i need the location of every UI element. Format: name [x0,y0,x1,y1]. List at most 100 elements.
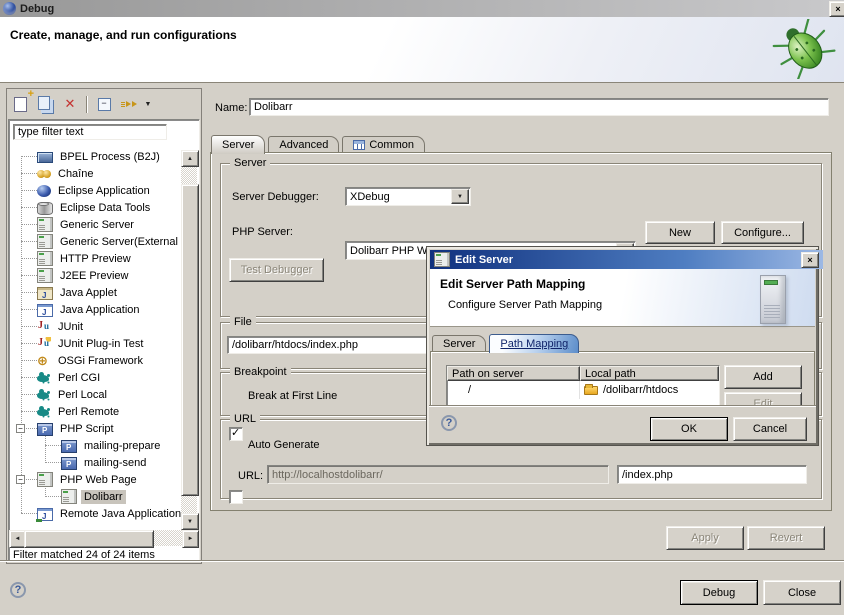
scroll-right-icon[interactable]: ► [182,530,199,548]
junit-icon [37,320,51,334]
bug-icon [772,19,836,79]
tree-item-generic-server[interactable]: Generic Server [9,216,207,233]
tree-item-osgi[interactable]: OSGi Framework [9,352,207,369]
tree-item-remote-java[interactable]: Remote Java Application [9,505,207,522]
edit-server-dialog: Edit Server × Edit Server Path Mapping C… [427,247,818,445]
vertical-scroll-thumb[interactable] [181,184,199,496]
eclipse-logo-icon [3,2,16,15]
tab-server[interactable]: Server [211,135,265,154]
php-script-icon [37,423,53,436]
php-server-label: PHP Server: [232,226,293,238]
configure-server-button[interactable]: Configure... [721,221,804,244]
cell-path-on-server: / [447,381,580,399]
debug-button[interactable]: Debug [680,580,758,605]
tree-item-junit[interactable]: JUnit [9,318,207,335]
tree-item-http-preview[interactable]: HTTP Preview [9,250,207,267]
collapse-all-icon[interactable]: − [94,94,114,114]
path-mapping-table[interactable]: Path on server Local path / /dolibarr/ht… [446,365,720,409]
perl-camel-icon [37,406,51,420]
tree-item-junit-plugin[interactable]: JUnit Plug-in Test [9,335,207,352]
tree-item-java-application[interactable]: Java Application [9,301,207,318]
tree-item-java-applet[interactable]: Java Applet [9,284,207,301]
tab-common[interactable]: Common [342,136,425,153]
breakpoint-group-title: Breakpoint [230,366,291,379]
server-debugger-label: Server Debugger: [232,191,319,203]
scroll-down-icon[interactable]: ▼ [181,513,199,530]
database-icon [37,202,53,215]
dialog-heading: Edit Server Path Mapping [440,277,585,291]
tree-item-php-web-page[interactable]: −PHP Web Page [9,471,207,488]
dialog-help-icon[interactable]: ? [441,415,457,431]
dialog-tab-server[interactable]: Server [432,335,486,352]
ok-button[interactable]: OK [650,417,728,441]
server-icon [37,234,53,249]
dialog-close-button[interactable]: × [801,252,819,268]
tree-horizontal-scrollbar[interactable]: ◄ ► [9,530,199,546]
table-row[interactable]: / /dolibarr/htdocs [447,381,719,399]
tree-item-eclipse-data-tools[interactable]: Eclipse Data Tools [9,199,207,216]
tree-item-perl-remote[interactable]: Perl Remote [9,403,207,420]
scroll-up-icon[interactable]: ▲ [181,150,199,167]
filter-icon[interactable] [119,94,139,114]
tree-container: BPEL Process (B2J) Chaîne Eclipse Applic… [8,119,200,562]
php-web-page-icon [37,472,53,487]
new-config-icon[interactable] [10,94,30,114]
tree-item-eclipse-application[interactable]: Eclipse Application [9,182,207,199]
perl-camel-icon [37,372,51,386]
close-button[interactable]: Close [763,580,841,605]
osgi-framework-icon [37,354,51,368]
new-server-button[interactable]: New [645,221,715,244]
duplicate-config-icon[interactable] [35,94,55,114]
horizontal-scroll-thumb[interactable] [24,530,154,548]
php-file-icon [61,440,77,453]
banner-heading: Create, manage, and run configurations [10,28,237,42]
apply-button[interactable]: Apply [666,526,744,550]
table-icon [353,140,365,150]
tab-advanced[interactable]: Advanced [268,136,339,153]
dialog-title-bar[interactable]: Edit Server × [430,250,823,269]
server-group-title: Server [230,157,270,170]
tree-item-php-script[interactable]: −PHP Script [9,420,207,437]
collapse-expander-icon[interactable]: − [16,424,25,433]
bpel-process-icon [37,152,53,163]
tree-toolbar: ✕ − ▼ [10,91,198,117]
folder-icon [584,386,598,395]
file-group-title: File [230,316,256,329]
url-path-input[interactable] [617,465,807,484]
cell-local-path: /dolibarr/htdocs [580,381,719,399]
name-input[interactable] [249,98,829,116]
tree-item-perl-local[interactable]: Perl Local [9,386,207,403]
column-header-local-path[interactable]: Local path [580,366,719,381]
toolbar-menu-arrow-icon[interactable]: ▼ [143,94,153,114]
tree-item-j2ee-preview[interactable]: J2EE Preview [9,267,207,284]
filter-input[interactable] [13,124,167,140]
help-icon[interactable]: ? [10,582,26,598]
title-bar[interactable]: Debug × [0,0,844,17]
delete-config-icon[interactable]: ✕ [60,94,80,114]
break-first-line-label: Break at First Line [248,390,337,402]
test-debugger-button[interactable]: Test Debugger [229,258,324,282]
tree-item-perl-cgi[interactable]: Perl CGI [9,369,207,386]
chevron-down-icon[interactable]: ▼ [451,189,469,204]
tree-vertical-scrollbar[interactable]: ▲ ▼ [181,150,197,530]
remote-java-icon [37,508,53,521]
server-debugger-select[interactable]: XDebug ▼ [345,187,471,206]
tree-item-chaine[interactable]: Chaîne [9,165,207,182]
tree-item-generic-server-external[interactable]: Generic Server(External La [9,233,207,250]
main-tab-bar: Server Advanced Common [211,134,428,153]
dialog-tab-bar: Server Path Mapping [432,333,582,352]
junit-plugin-icon [37,337,51,351]
dialog-button-bar: ? OK Cancel [429,405,816,443]
auto-generate-checkbox[interactable] [229,490,243,504]
column-header-path-on-server[interactable]: Path on server [447,366,580,381]
window-close-button[interactable]: × [829,1,844,17]
revert-button[interactable]: Revert [747,526,825,550]
collapse-expander-icon[interactable]: − [16,475,25,484]
tree-item-bpel[interactable]: BPEL Process (B2J) [9,148,207,165]
server-tower-graphic [760,275,786,324]
cancel-button[interactable]: Cancel [733,417,807,441]
toolbar-separator [86,96,88,113]
dialog-tab-path-mapping[interactable]: Path Mapping [489,334,579,353]
server-icon [37,251,53,266]
add-mapping-button[interactable]: Add [724,365,802,389]
